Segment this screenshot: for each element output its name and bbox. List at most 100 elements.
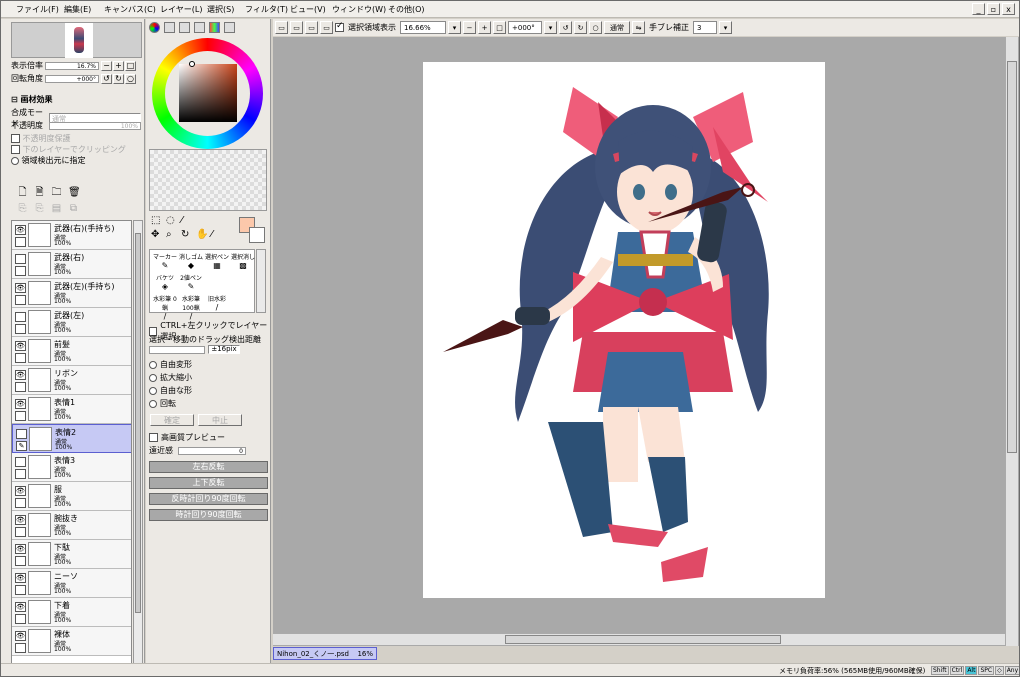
visibility-eye-icon[interactable]: 👁 [15,370,26,380]
rotate-right-button[interactable]: ↻ [574,21,587,34]
protect-opacity-row[interactable]: 不透明度保護 [11,133,71,144]
color-wheel-tab-icon[interactable] [149,22,160,33]
menu-window[interactable]: ウィンドウ(W) [332,4,386,15]
layer-edit-icon[interactable] [15,527,26,537]
move-icon[interactable]: ✥ [151,229,159,240]
cancel-button[interactable]: 中止 [198,414,242,426]
layer-edit-icon[interactable] [15,585,26,595]
clip-lower-checkbox[interactable] [11,145,20,154]
display-mode-button[interactable]: 通常 [604,21,630,34]
gradient-slider-tab-icon[interactable] [194,22,205,33]
clip-lower-row[interactable]: 下のレイヤーでクリッピング [11,144,126,155]
free-transform-row[interactable]: 自由変形 [149,359,192,370]
menu-select[interactable]: 選択(S) [207,4,234,15]
new-folder-icon[interactable]: 🗀 [51,187,62,198]
brush-slot[interactable]: マーカー ✎ [152,252,178,273]
rect-select-icon[interactable]: ⬚ [151,215,160,226]
layer-item[interactable]: 👁 前髪 通常 100% [12,337,131,366]
zoom-field[interactable]: 16.66% [400,21,446,34]
angle-reset-button[interactable]: ○ [125,73,136,84]
layer-edit-icon[interactable] [15,411,26,421]
canvas-hscroll-thumb[interactable] [505,635,781,644]
scale-row[interactable]: 拡大縮小 [149,372,192,383]
layer-item[interactable]: 👁 下駄 通常 100% [12,540,131,569]
canvas-paper[interactable] [423,62,825,598]
zoom-reset-button[interactable]: □ [493,21,506,34]
canvas-vertical-scrollbar[interactable] [1005,37,1018,646]
clear-layer-icon[interactable]: ▤ [51,203,62,214]
flip-vertical-button[interactable]: 上下反転 [149,477,268,489]
flip-view-button[interactable]: ⇋ [632,21,645,34]
merge-down-icon[interactable]: ⎘ [34,203,45,214]
eyedropper-icon[interactable]: ⁄ [211,229,213,240]
secondary-color-swatch[interactable] [249,227,265,243]
rotate-radio[interactable] [149,399,157,408]
selection-source-row[interactable]: 領域検出元に指定 [11,155,86,166]
layer-edit-icon[interactable] [15,382,26,392]
brush-slot[interactable]: 旧水彩 / [204,294,230,315]
scale-radio[interactable] [149,373,157,382]
stabilizer-field[interactable]: 3 [693,21,717,34]
menu-view[interactable]: ビュー(V) [290,4,326,15]
opacity-slider[interactable]: 100% [49,121,141,130]
invert-selection-button[interactable]: ▭ [320,21,333,34]
canvas-horizontal-scrollbar[interactable] [273,633,1005,645]
layer-edit-icon[interactable] [15,353,26,363]
layer-item[interactable]: 👁 武器(右)(手持ち) 通常 100% [12,221,131,250]
selection-source-radio[interactable] [11,156,19,165]
menu-file[interactable]: ファイル(F) [16,4,59,15]
zoom-icon[interactable]: ⌕ [166,229,172,240]
visibility-eye-icon[interactable] [15,254,26,264]
layer-item[interactable]: 👁 腕抜き 通常 100% [12,511,131,540]
layer-item[interactable]: 👁 表情1 通常 100% [12,395,131,424]
close-button[interactable]: x [1002,3,1015,15]
magic-wand-icon[interactable]: ⁄ [181,215,183,226]
angle-dropdown[interactable]: ▾ [544,21,557,34]
menu-canvas[interactable]: キャンバス(C) [104,4,156,15]
rgb-slider-tab-icon[interactable] [164,22,175,33]
angle-field[interactable]: +000° [508,21,542,34]
visibility-eye-icon[interactable] [15,312,26,322]
visibility-eye-icon[interactable] [16,429,27,439]
visibility-eye-icon[interactable]: 👁 [15,486,26,496]
hand-icon[interactable]: ✋ [196,229,208,240]
rotate-left-button[interactable]: ↺ [559,21,572,34]
brush-slot[interactable]: 2値ペン ✎ [178,273,204,294]
layer-edit-icon[interactable] [15,556,26,566]
visibility-eye-icon[interactable] [15,457,26,467]
rotate-icon[interactable]: ↻ [181,229,189,240]
drag-distance-slider[interactable] [149,345,205,354]
document-tab[interactable]: Nihon_02_くノ一.psd 16% [273,647,377,660]
minimize-button[interactable]: _ [972,3,985,15]
layer-edit-icon[interactable] [15,324,26,334]
brush-slot[interactable]: 水彩筆 0蝋 / [152,294,178,321]
brush-slot[interactable]: 選択ペン ▦ [204,252,230,273]
paper-effect-header[interactable]: ⊟ 画材効果 [11,94,53,105]
zoom-fit-button[interactable]: □ [125,60,136,71]
restore-button[interactable]: ▫ [987,3,1000,15]
brush-scrollbar[interactable] [256,249,266,313]
visibility-eye-icon[interactable]: 👁 [15,631,26,641]
layer-scroll-thumb[interactable] [135,233,141,613]
hq-preview-checkbox[interactable] [149,433,158,442]
rotate-cw-button[interactable]: 時計回り90度回転 [149,509,268,521]
zoom-slider[interactable]: 16.7% [45,61,99,70]
zoom-minus-button[interactable]: − [101,60,112,71]
angle-ccw-button[interactable]: ↺ [101,73,112,84]
transfer-down-icon[interactable]: ⎘ [17,203,28,214]
canvas-area[interactable] [273,37,1019,646]
selection-show-checkbox[interactable] [335,21,344,32]
hq-preview-row[interactable]: 高画質プレビュー [149,432,225,443]
hsv-slider-tab-icon[interactable] [179,22,190,33]
layer-item[interactable]: 表情3 通常 100% [12,453,131,482]
layer-item[interactable]: 👁 リボン 通常 100% [12,366,131,395]
brush-slot[interactable]: バケツ ◈ [152,273,178,294]
layer-list-scrollbar[interactable] [133,220,143,664]
zoom-in-button[interactable]: + [478,21,491,34]
confirm-button[interactable]: 確定 [150,414,194,426]
free-transform-radio[interactable] [149,360,157,369]
protect-opacity-checkbox[interactable] [11,134,20,143]
lasso-icon[interactable]: ◌ [166,215,175,226]
delete-layer-icon[interactable]: 🗑 [68,187,81,198]
layer-item[interactable]: ✎ 表情2 通常 100% [12,424,131,453]
